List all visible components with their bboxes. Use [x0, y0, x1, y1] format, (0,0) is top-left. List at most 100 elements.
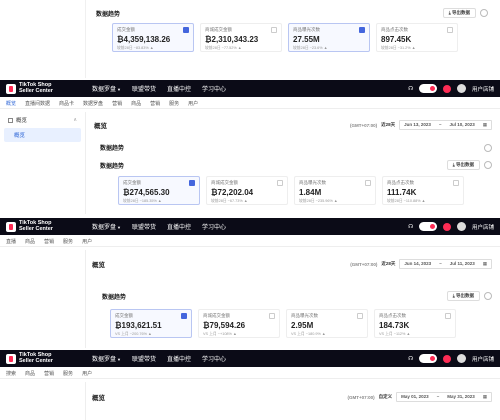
nav-item-data-compass[interactable]: 数据罗盘▼ [92, 222, 121, 231]
nav-item-learning-center[interactable]: 学习中心 [202, 222, 226, 231]
checkbox-icon[interactable] [357, 313, 363, 319]
settings-icon[interactable] [484, 292, 492, 300]
subnav-item[interactable]: 营销 [44, 370, 54, 377]
avatar[interactable] [456, 222, 466, 231]
checkbox-icon[interactable] [269, 313, 275, 319]
checkbox-icon[interactable] [181, 313, 187, 319]
subnav-item[interactable]: 搜索 [6, 370, 16, 377]
subnav-item[interactable]: 商品 [25, 370, 35, 377]
settings-icon[interactable] [480, 9, 488, 17]
subnav-item[interactable]: 商品 [131, 100, 141, 107]
date-range-picker[interactable]: Jun 13, 2023– Jul 10, 2023 ▦ [399, 120, 492, 130]
subnav-item[interactable]: 营销 [150, 100, 160, 107]
headset-icon[interactable]: ☊ [408, 224, 413, 230]
metric-value: ₿4,359,138.26 [117, 35, 171, 44]
calendar-icon: ▦ [482, 261, 487, 266]
checkbox-icon[interactable] [277, 180, 283, 186]
metric-label: 成交金额 [117, 27, 135, 32]
checkbox-icon[interactable] [445, 313, 451, 319]
tiktok-shop-logo[interactable]: TikTok Shop Seller Center [0, 82, 92, 94]
user-name[interactable]: 用户店铺 [472, 223, 494, 231]
checkbox-icon[interactable] [453, 180, 459, 186]
metric-card[interactable]: 商品曝光次数 1.84M 较前28日 ~235.96% ▲ [294, 176, 376, 205]
metric-card[interactable]: 商品点击次数 897.45K 较前28日 ~31.2% ▲ [376, 23, 458, 52]
subnav-item[interactable]: 营销 [112, 100, 122, 107]
metric-card[interactable]: 商品点击次数 184.73K VS 上月 ~112% ▲ [374, 309, 456, 338]
nav-item-live-control[interactable]: 直播中控 [167, 354, 191, 363]
export-button[interactable]: ⤓ 导出数据 [446, 291, 480, 301]
nav-item-data-compass[interactable]: 数据罗盘▼ [92, 84, 121, 93]
nav-item-learning-center[interactable]: 学习中心 [202, 354, 226, 363]
page-title: 概览 [92, 395, 105, 402]
screenshot-collage: 数据趋势 ⤓ 导出数据 成交金额 ₿4,359,138.26 较前28日 ~83… [0, 0, 500, 420]
sidebar-item-overview[interactable]: 概览 [4, 128, 81, 142]
metric-card[interactable]: 商城成交金额 ₿2,310,343.23 较前28日 ~77.52% ▲ [200, 23, 282, 52]
subnav-item[interactable]: 用户 [82, 238, 92, 245]
checkbox-icon[interactable] [189, 180, 195, 186]
nav-item-affiliate[interactable]: 联盟带货 [132, 84, 156, 93]
metric-card[interactable]: 商品曝光次数 27.55M 较前28日 ~23.6% ▲ [288, 23, 370, 52]
notification-icon[interactable] [442, 222, 451, 231]
metric-card[interactable]: 成交金额 ₿4,359,138.26 较前28日 ~83.83% ▲ [112, 23, 194, 52]
date-range-picker[interactable]: Jun 14, 2023– Jul 11, 2023 ▦ [399, 259, 492, 269]
metric-card[interactable]: 成交金额 ₿274,565.30 较前28日 ~185.35% ▲ [118, 176, 200, 205]
notification-icon[interactable] [442, 354, 451, 363]
sidebar-group[interactable]: 概览 ∧ [0, 112, 85, 128]
headset-icon[interactable]: ☊ [408, 86, 413, 92]
section-title: 数据趋势 [100, 163, 125, 170]
headset-icon[interactable]: ☊ [408, 356, 413, 362]
subnav-item[interactable]: 用户 [82, 370, 92, 377]
checkbox-icon[interactable] [447, 27, 453, 33]
subnav-item[interactable]: 直播间数据 [25, 100, 50, 107]
checkbox-icon[interactable] [183, 27, 189, 33]
subnav-item[interactable]: 服务 [63, 370, 73, 377]
notification-icon[interactable] [442, 84, 451, 93]
user-name[interactable]: 用户店铺 [472, 355, 494, 363]
toggle-switch[interactable] [418, 84, 437, 93]
metric-label: 商城成交金额 [203, 313, 230, 318]
export-button[interactable]: ⤓ 导出数据 [446, 160, 480, 170]
subnav-item[interactable]: 用户 [188, 100, 198, 107]
metric-value: 1.84M [299, 188, 322, 197]
nav-item-live-control[interactable]: 直播中控 [167, 84, 191, 93]
export-button[interactable]: ⤓ 导出数据 [442, 8, 476, 18]
nav-item-affiliate[interactable]: 联盟带货 [132, 354, 156, 363]
metric-card[interactable]: 成交金额 ₿193,621.51 VS 上月 ~200.76% ▲ [110, 309, 192, 338]
page-title: 概览 [94, 123, 107, 130]
subnav-item[interactable]: 概览 [6, 100, 16, 107]
metric-card[interactable]: 商品曝光次数 2.95M VS 上月 ~180.9% ▲ [286, 309, 368, 338]
metric-compare: VS 上月 ~200.76% ▲ [115, 332, 152, 336]
checkbox-icon[interactable] [359, 27, 365, 33]
toggle-switch[interactable] [418, 222, 437, 231]
settings-icon[interactable] [484, 161, 492, 169]
avatar[interactable] [456, 354, 466, 363]
nav-item-affiliate[interactable]: 联盟带货 [132, 222, 156, 231]
metric-compare: 较前28日 ~31.2% ▲ [381, 46, 416, 50]
toggle-switch[interactable] [418, 354, 437, 363]
subnav-item[interactable]: 直播 [6, 238, 16, 245]
top-nav-bar: TikTok Shop Seller Center 数据罗盘▼ 联盟带货 直播中控… [0, 218, 500, 235]
settings-icon[interactable] [484, 143, 492, 152]
metric-value: 2.95M [291, 321, 314, 330]
tiktok-shop-logo[interactable]: TikTok Shop Seller Center [0, 220, 92, 232]
nav-item-data-compass[interactable]: 数据罗盘▼ [92, 354, 121, 363]
date-range-picker[interactable]: May 01, 2023– May 31, 2023 ▦ [396, 392, 492, 402]
subnav-item[interactable]: 服务 [169, 100, 179, 107]
subnav-item[interactable]: 营销 [44, 238, 54, 245]
nav-item-live-control[interactable]: 直播中控 [167, 222, 191, 231]
checkbox-icon[interactable] [271, 27, 277, 33]
tiktok-shop-logo[interactable]: TikTok Shop Seller Center [0, 352, 92, 364]
subnav-item[interactable]: 服务 [63, 238, 73, 245]
subnav-item[interactable]: 商品卡 [59, 100, 74, 107]
metric-value: ₿2,310,343.23 [205, 35, 259, 44]
avatar[interactable] [456, 84, 466, 93]
metric-card[interactable]: 商城成交金额 ₿79,594.26 VS 上月 ~+108% ▲ [198, 309, 280, 338]
nav-item-learning-center[interactable]: 学习中心 [202, 84, 226, 93]
user-name[interactable]: 用户店铺 [472, 85, 494, 93]
metric-label: 商品曝光次数 [299, 180, 326, 185]
checkbox-icon[interactable] [365, 180, 371, 186]
subnav-item[interactable]: 商品 [25, 238, 35, 245]
subnav-item[interactable]: 数据罗盘 [83, 100, 103, 107]
metric-card[interactable]: 商城成交金额 ₿72,202.04 较前28日 ~67.73% ▲ [206, 176, 288, 205]
metric-card[interactable]: 商品点击次数 111.74K 较前28日 ~110.88% ▲ [382, 176, 464, 205]
